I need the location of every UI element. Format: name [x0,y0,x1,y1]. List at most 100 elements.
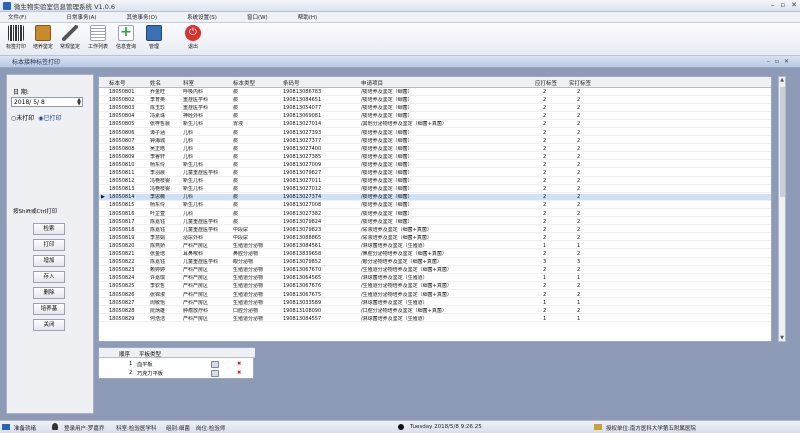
table-row[interactable]: 18050805 张梓哲晨 新生儿科 胃液 190813027014/其他分泌物培养及鉴… [99,121,771,128]
culture-id-button[interactable]: 培养鉴定 [31,25,55,50]
table-row[interactable]: 18050823 赖婷婷 产科产房区 生殖道分泌物 190813067670/生殖道分泌… [99,267,771,274]
printer-icon[interactable] [211,370,219,377]
close-icon[interactable]: ✕ [791,1,797,9]
table-cell: 呼吸内科 [183,89,204,95]
table-cell: 190813027382 [283,210,322,217]
radio-printed[interactable]: ◉已打印 [38,113,61,122]
table-cell: 2 [577,137,581,144]
table-row[interactable]: 18050806 谭子涵 儿科 痰 190813027393/痰培养及鉴定（细菌） 2 2 [99,129,771,137]
close-button[interactable]: 关闭 [33,319,65,331]
plate-table[interactable]: 顺序 平板类型 1 血平板 ✖ 2 巧克力平板 ✖ [98,347,255,379]
menu-file[interactable]: 文件(F) [8,13,26,21]
delete-icon[interactable]: ✖ [237,370,241,377]
table-row[interactable]: 18050826 张锦淑 产科产房区 生殖道分泌物 190813067675/生殖道分泌… [99,291,771,299]
table-row[interactable]: 18050807 钟海城 儿科 痰 190813027377/痰培养及鉴定（细菌） 2 2 [99,137,771,145]
table-cell: 2 [543,89,547,95]
exit-button[interactable]: ⏻ 退出 [181,25,205,50]
table-row[interactable]: 18050817 陈嘉钰 儿童重症医学科 痰 190813079824/痰培养及鉴定（细… [99,218,771,226]
specimen-table[interactable]: 标本号 姓名 科室 标本类型 条码号 申请项目 应打标签 实打标签 180508… [98,76,772,342]
table-cell: 痰 [233,161,239,168]
minimize-icon[interactable]: – [771,1,775,9]
table-row[interactable]: 18050811 李羽晨 儿童重症医学科 痰 190813079827/痰培养及鉴定（细… [99,170,771,177]
routine-id-button[interactable]: 常规鉴定 [58,25,82,50]
table-cell: 痰 [233,186,239,193]
table-row[interactable]: 18050819 李慧娟 泌尿外科 中段尿 190813088865/尿液培养及鉴定（细… [99,235,771,242]
manage-button[interactable]: 管理 [142,25,166,50]
table-row[interactable]: 18050829 何浩洁 产科产房区 生殖道分泌物 190813084557/淋球菌培养… [99,315,771,323]
table-row[interactable]: 18050804 冯素珠 神经外科 痰 190813069081/痰培养及鉴定（细菌） 2… [99,113,771,120]
scroll-up-icon[interactable]: ▲ [779,77,785,83]
table-row[interactable]: 18050808 吴正皓 儿科 痰 190813027400/痰培养及鉴定（细菌） 2 2 [99,146,771,153]
table-scrollbar[interactable]: ▲ ▼ [778,76,786,342]
table-row[interactable]: 18050809 李睿轩 儿科 痰 190813027385/痰培养及鉴定（细菌） 2 2 [99,153,771,161]
table-cell: 李育英 [150,97,166,104]
table-row[interactable]: 18050820 陈燕娇 产科产房区 生殖道分泌物 190813084561/淋球菌培养… [99,242,771,250]
menu-other[interactable]: 其他事务(O) [127,13,158,21]
radio-unprinted[interactable]: ○未打印 [11,113,34,122]
scroll-down-icon[interactable]: ▼ [779,335,785,341]
table-row[interactable]: 18050824 许嘉琪 产科产房区 生殖道分泌物 190813064565/淋球菌培养… [99,275,771,282]
delete-icon[interactable]: ✖ [237,361,241,368]
table-cell: /痰培养及鉴定（细菌） [361,170,413,176]
print-button[interactable]: 打印 [33,239,65,251]
table-row[interactable]: 18050801 乔金旺 呼吸内科 痰 190813086783/痰培养及鉴定（细菌） 2… [99,89,771,96]
menu-help[interactable]: 帮助(H) [298,13,317,21]
table-row[interactable]: 18050803 陈玉珍 重症医学科 痰 190813054077/痰培养及鉴定（细菌）… [99,105,771,112]
scroll-thumb[interactable] [780,87,785,197]
menu-window[interactable]: 窗口(W) [247,13,268,21]
table-cell: 18050803 [109,105,135,112]
table-row[interactable]: 18050827 周敏怡 产科产房区 生殖道分泌物 190813033589/淋球菌培养… [99,299,771,307]
table-cell: 2 [543,226,547,233]
table-row[interactable]: 18050810 杨东伶 新生儿科 痰 190813027009/痰培养及鉴定（细菌） 2… [99,161,771,169]
table-row[interactable]: 18050825 李钦哲 产科产房区 生殖道分泌物 190813067676/生殖道分泌… [99,283,771,290]
table-row[interactable]: 18050822 陈嘉钰 儿童重症医学科 眼分泌物 190813079852/眼分泌物培… [99,259,771,266]
date-picker[interactable]: 2018/ 5/ 8 ▲ ▼ [11,97,83,107]
table-cell: 生殖道分泌物 [233,299,264,306]
table-cell: 190813027393 [283,129,322,136]
table-header: 标本号 姓名 科室 标本类型 条码号 申请项目 应打标签 实打标签 [99,77,771,88]
table-cell: 儿童重症医学科 [183,259,219,266]
table-cell: 2 [543,202,547,209]
table-cell: 冯艳枝婴 [150,178,171,185]
table-cell: 1 [577,242,581,249]
table-cell: 2 [577,210,581,217]
table-row[interactable]: 18050818 陈嘉钰 儿童重症医学科 中段尿 190813079823/尿液培养及鉴… [99,226,771,234]
table-row[interactable]: ▶ 18050814 李思薇 儿科 痰 190813027374/痰培养及鉴定（细菌） 2 2 [99,194,771,201]
search-button[interactable]: 检索 [33,223,65,235]
table-cell: 许嘉琪 [150,275,166,282]
table-cell: /淋球菌培养及鉴定（生殖道） [361,242,428,249]
menu-daily[interactable]: 日常事务(A) [66,13,96,21]
plate-row[interactable]: 1 血平板 ✖ [99,360,255,368]
label-print-button[interactable]: 标签打印 [4,25,28,50]
plate-row[interactable]: 2 巧克力平板 ✖ [99,369,255,377]
table-cell: 儿童重症医学科 [183,170,219,176]
table-row[interactable]: 18050802 李育英 重症医学科 痰 190813084651/痰培养及鉴定（细菌）… [99,97,771,104]
table-cell: 痰 [233,194,239,201]
table-row[interactable]: 18050828 阮炳雄 肿瘤放疗科 口腔分泌物 190813108090/口腔分泌物培… [99,308,771,315]
culture-media-button[interactable]: 培养基 [33,303,65,315]
table-cell: 2 [577,170,581,176]
save-button[interactable]: 存入 [33,271,65,283]
subwindow-controls[interactable]: –▫✕ [767,58,794,65]
table-row[interactable]: 18050821 张金培 耳鼻喉科 鼻腔分泌物 190813839658/鼻腔分泌物培养… [99,251,771,258]
table-row[interactable]: 18050812 冯艳枝婴 新生儿科 痰 190813027011/痰培养及鉴定（细菌）… [99,178,771,185]
table-row[interactable]: 18050815 杨东伶 新生儿科 痰 190813027008/痰培养及鉴定（细菌） 2… [99,202,771,209]
table-cell: /痰培养及鉴定（细菌） [361,218,413,225]
restore-icon[interactable]: ▫ [780,1,785,9]
delete-button[interactable]: 删除 [33,287,65,299]
list-icon [90,25,106,41]
worklist-button[interactable]: 工作列表 [86,25,110,50]
table-row[interactable]: 18050813 冯艳枝婴 新生儿科 痰 190813027012/痰培养及鉴定（细菌）… [99,186,771,193]
printer-icon[interactable] [211,361,219,368]
spinner-icon[interactable]: ▲ ▼ [77,98,81,107]
info-query-button[interactable]: + 信息查询 [114,25,138,50]
add-button[interactable]: 增加 [33,255,65,267]
table-cell: 2 [543,194,547,201]
table-cell: 儿科 [183,153,194,160]
power-icon: ⏻ [185,25,201,41]
table-cell: 18050816 [109,210,135,217]
menu-settings[interactable]: 系统设置(S) [187,13,217,21]
table-cell: 生殖道分泌物 [233,315,264,322]
table-row[interactable]: 18050816 叶芷萱 儿科 痰 190813027382/痰培养及鉴定（细菌） 2 2 [99,210,771,218]
table-cell: 18050826 [109,291,135,298]
